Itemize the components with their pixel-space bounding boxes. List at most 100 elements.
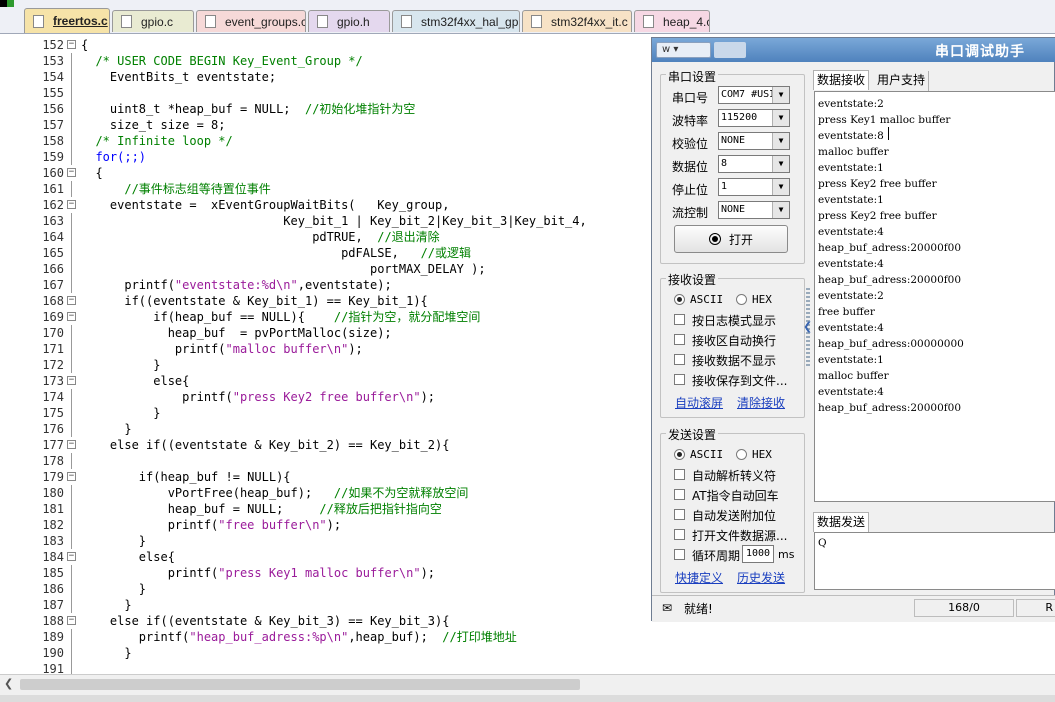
tab-event-groups-c[interactable]: event_groups.c: [196, 10, 306, 32]
fold-toggle-icon[interactable]: −: [67, 200, 76, 209]
tx-hex-radio[interactable]: [736, 449, 747, 460]
rx-log-mode-label: 按日志模式显示: [692, 314, 777, 328]
fold-toggle-icon[interactable]: −: [67, 296, 76, 305]
tab-stm32f4xx-it-c[interactable]: stm32f4xx_it.c: [522, 10, 632, 32]
receive-textarea[interactable]: eventstate:2 press Key1 malloc buffer even…: [814, 91, 1055, 502]
tx-at-checkbox[interactable]: [674, 489, 685, 500]
code-text: printf("heap_buf_adress:%p\n",heap_buf);…: [81, 630, 517, 644]
tab-user-support[interactable]: 用户支持: [874, 71, 930, 91]
rx-line: press Key1 malloc buffer: [818, 114, 951, 126]
tab-heap-4-c[interactable]: heap_4.c: [634, 10, 710, 32]
system-menu-button[interactable]: w ▾: [656, 42, 711, 58]
status-strip: [0, 695, 1055, 702]
tab-stm32f4xx-hal-gpio-h[interactable]: stm32f4xx_hal_gpio.h: [392, 10, 520, 32]
fold-toggle-icon[interactable]: −: [67, 616, 76, 625]
flow-select[interactable]: NONE ▼: [718, 201, 790, 219]
send-textarea[interactable]: Q: [814, 532, 1055, 590]
tab-gpio-c[interactable]: gpio.c: [112, 10, 194, 32]
cycle-period-input[interactable]: 1000: [742, 545, 774, 563]
fold-guide: [71, 453, 72, 469]
fold-guide: [71, 565, 72, 581]
fold-toggle-icon[interactable]: −: [67, 168, 76, 177]
collapse-arrow-icon[interactable]: ❮: [803, 320, 812, 333]
tab-label: heap_4.c: [663, 14, 710, 29]
line-number: 157: [42, 118, 64, 132]
tx-settings-title: 发送设置: [666, 426, 719, 443]
code-text: EventBits_t eventstate;: [81, 70, 277, 84]
code-text: else{: [81, 374, 190, 388]
code-line[interactable]: 190 }: [0, 645, 1055, 661]
tab-gpio-h[interactable]: gpio.h: [308, 10, 390, 32]
fold-toggle-icon[interactable]: −: [67, 552, 76, 561]
code-text: }: [81, 534, 147, 548]
parity-select[interactable]: NONE ▼: [718, 132, 790, 150]
rx-line: eventstate:8: [818, 130, 884, 142]
code-text: {: [81, 166, 103, 180]
rx-ascii-radio[interactable]: [674, 294, 685, 305]
auto-scroll-link[interactable]: 自动滚屏: [675, 394, 723, 411]
byte-counter: 168/0: [914, 599, 1014, 617]
line-number: 178: [42, 454, 64, 468]
tab-label: freertos.c: [53, 14, 108, 28]
code-line[interactable]: 191: [0, 661, 1055, 674]
fold-toggle-icon[interactable]: −: [67, 376, 76, 385]
tab-data-receive[interactable]: 数据接收: [813, 70, 870, 90]
rx-save-checkbox[interactable]: [674, 374, 685, 385]
tx-ascii-radio[interactable]: [674, 449, 685, 460]
history-link[interactable]: 历史发送: [737, 569, 785, 586]
horizontal-scrollbar[interactable]: ❮: [0, 674, 1055, 695]
rx-wrap-checkbox[interactable]: [674, 334, 685, 345]
rx-log-mode-checkbox[interactable]: [674, 314, 685, 325]
line-number: 184: [42, 550, 64, 564]
tx-escape-checkbox[interactable]: [674, 469, 685, 480]
line-number: 179: [42, 470, 64, 484]
serial-assistant-window: w ▾ 串口调试助手 串口设置 串口号 COM7 #USI ▼ 波特率 11520…: [651, 37, 1055, 622]
tx-append-checkbox[interactable]: [674, 509, 685, 520]
rx-line: eventstate:4: [818, 258, 884, 270]
rx-line: eventstate:1: [818, 162, 884, 174]
open-port-button[interactable]: 打开: [674, 225, 788, 253]
fold-guide: [71, 581, 72, 597]
string-literal: "heap_buf_adress:%p\n": [189, 630, 349, 644]
code-text: heap_buf = pvPortMalloc(size);: [81, 326, 392, 340]
tx-file-checkbox[interactable]: [674, 529, 685, 540]
stopbits-select[interactable]: 1 ▼: [718, 178, 790, 196]
tab-freertos-c[interactable]: freertos.c: [24, 8, 110, 33]
fold-guide: [71, 597, 72, 613]
tx-cycle-checkbox[interactable]: [674, 549, 685, 560]
fold-guide: [71, 149, 72, 165]
port-select[interactable]: COM7 #USI ▼: [718, 86, 790, 104]
fold-guide: [71, 69, 72, 85]
code-text: /* Infinite loop */: [81, 134, 233, 148]
code-comment: //指针为空，就分配堆空间: [333, 310, 481, 324]
fold-toggle-icon[interactable]: −: [67, 440, 76, 449]
rx-hide-checkbox[interactable]: [674, 354, 685, 365]
line-number: 156: [42, 102, 64, 116]
baud-select[interactable]: 115200 ▼: [718, 109, 790, 127]
line-number: 172: [42, 358, 64, 372]
string-literal: "malloc buffer\n": [225, 342, 349, 356]
code-line[interactable]: 189 printf("heap_buf_adress:%p\n",heap_b…: [0, 629, 1055, 645]
line-number: 181: [42, 502, 64, 516]
line-number: 186: [42, 582, 64, 596]
scroll-left-icon[interactable]: ❮: [4, 677, 13, 690]
scrollbar-thumb[interactable]: [20, 679, 580, 690]
clear-rx-link[interactable]: 清除接收: [737, 394, 785, 411]
fold-guide: [71, 101, 72, 117]
code-text: }: [81, 646, 132, 660]
line-number: 162: [42, 198, 64, 212]
fold-guide: [71, 229, 72, 245]
fold-toggle-icon[interactable]: −: [67, 40, 76, 49]
file-icon: [401, 15, 412, 28]
code-text: }: [81, 358, 161, 372]
fold-toggle-icon[interactable]: −: [67, 312, 76, 321]
fold-toggle-icon[interactable]: −: [67, 472, 76, 481]
rx-hex-radio[interactable]: [736, 294, 747, 305]
fold-guide: [71, 341, 72, 357]
fold-guide: [71, 405, 72, 421]
line-number: 160: [42, 166, 64, 180]
databits-select[interactable]: 8 ▼: [718, 155, 790, 173]
shortcut-link[interactable]: 快捷定义: [675, 569, 723, 586]
quick-access-bar: [714, 42, 746, 58]
tab-data-send[interactable]: 数据发送: [813, 512, 870, 532]
